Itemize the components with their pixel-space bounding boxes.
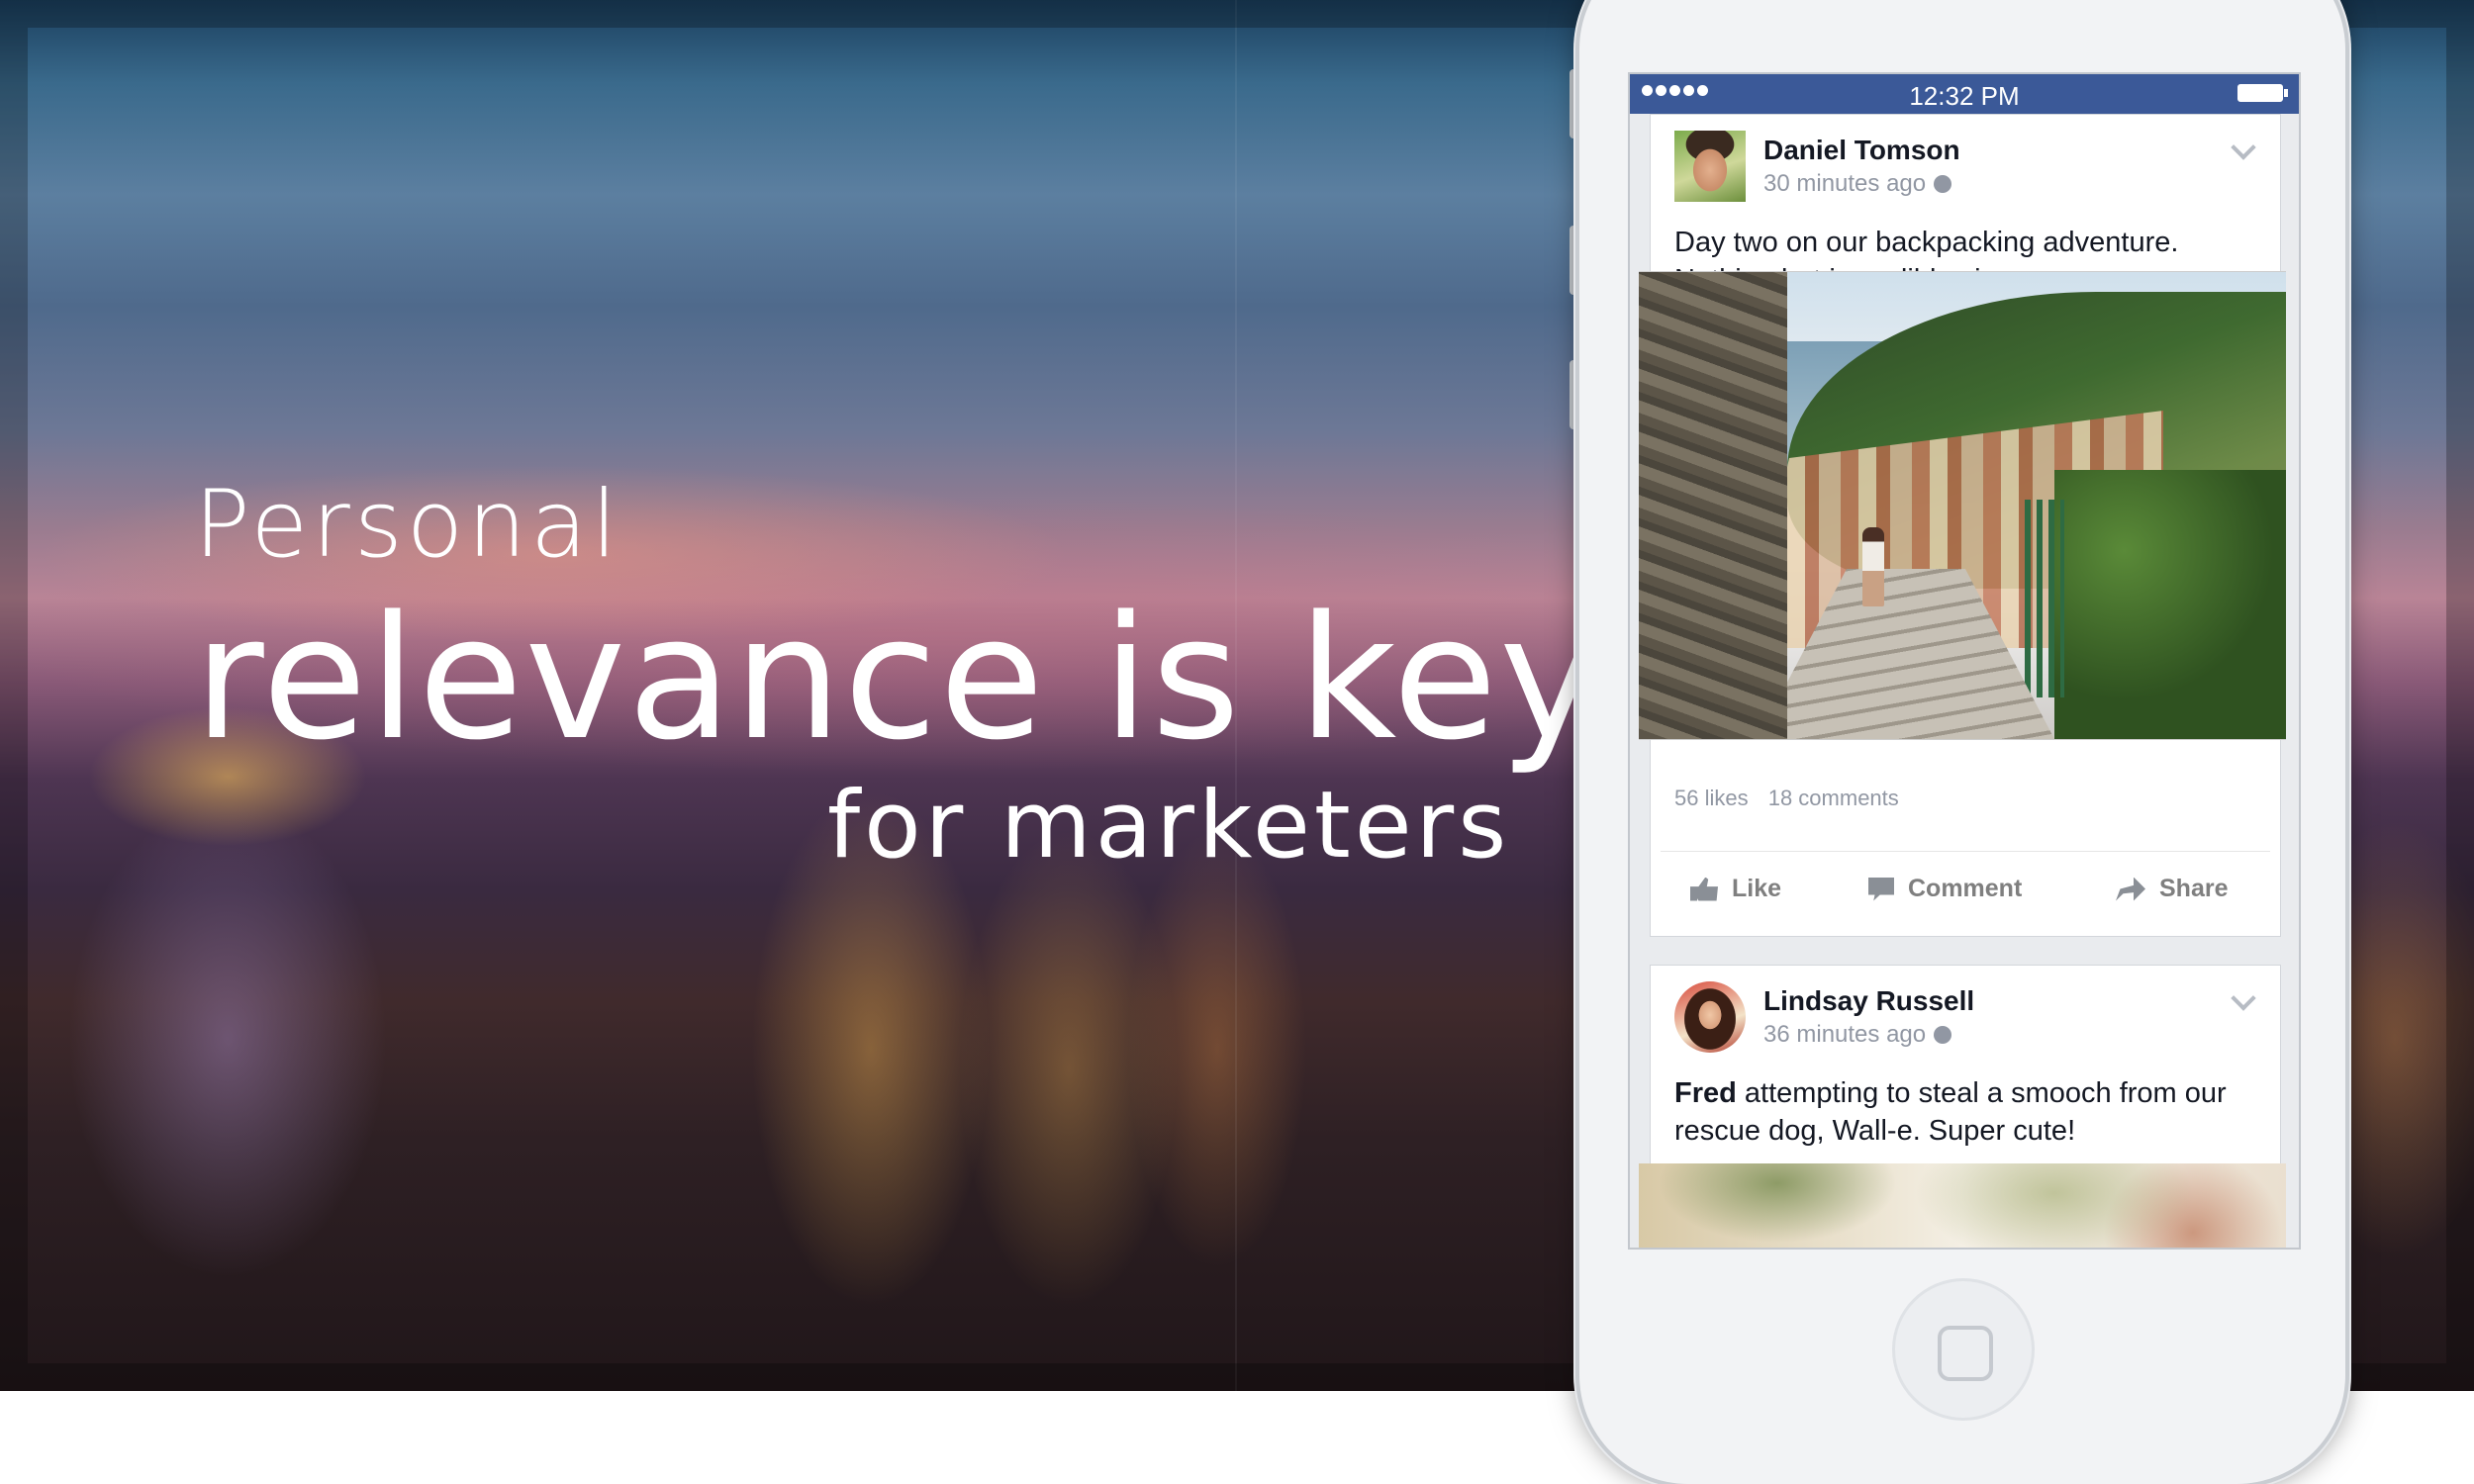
share-arrow-icon — [2116, 877, 2145, 901]
news-feed-post: Lindsay Russell 36 minutes ago Fred atte… — [1639, 965, 2286, 1248]
battery-tip — [2284, 89, 2288, 97]
home-button-icon — [1938, 1326, 1993, 1381]
post-timestamp[interactable]: 36 minutes ago — [1763, 1021, 1952, 1049]
share-button[interactable]: Share — [2116, 875, 2228, 903]
avatar[interactable] — [1674, 131, 1746, 202]
battery-icon — [2237, 84, 2283, 102]
news-feed-post: Daniel Tomson 30 minutes ago Day two on … — [1639, 114, 2286, 937]
post-time-text[interactable]: 30 minutes ago — [1763, 170, 1926, 197]
post-photo[interactable] — [1639, 1163, 2286, 1248]
comments-count[interactable]: 18 comments — [1768, 786, 1899, 810]
like-label: Like — [1732, 875, 1782, 902]
post-stats: 56 likes 18 comments — [1674, 786, 1913, 811]
chevron-down-icon[interactable] — [2231, 135, 2256, 160]
chevron-down-icon[interactable] — [2231, 985, 2256, 1011]
comment-label: Comment — [1908, 875, 2023, 902]
post-text: Fred attempting to steal a smooch from o… — [1674, 1074, 2258, 1150]
headline-line-2: relevance is key — [194, 579, 1602, 778]
share-label: Share — [2159, 875, 2229, 902]
headline-line-1: Personal — [194, 471, 621, 579]
post-timestamp[interactable]: 30 minutes ago — [1763, 170, 1952, 198]
status-bar: 12:32 PM — [1630, 74, 2299, 114]
post-text-rest: attempting to steal a smooch from our re… — [1674, 1077, 2227, 1147]
headline-line-3: for marketers — [827, 772, 1511, 880]
post-photo[interactable] — [1639, 271, 2286, 740]
globe-icon — [1934, 1026, 1952, 1044]
like-button[interactable]: Like — [1690, 875, 1781, 903]
tagged-friend[interactable]: Fred — [1674, 1077, 1737, 1109]
status-time: 12:32 PM — [1909, 81, 2020, 111]
thumbs-up-icon — [1690, 877, 1718, 901]
post-author[interactable]: Daniel Tomson — [1763, 135, 1960, 166]
post-time-text[interactable]: 36 minutes ago — [1763, 1021, 1926, 1048]
globe-icon — [1934, 175, 1952, 193]
phone-screen: 12:32 PM Daniel Tomson 30 minutes ago Da… — [1628, 72, 2301, 1250]
post-actions: Like Comment Share — [1651, 853, 2280, 936]
divider — [1661, 851, 2270, 852]
comment-button[interactable]: Comment — [1868, 875, 2022, 903]
avatar[interactable] — [1674, 981, 1746, 1053]
likes-count[interactable]: 56 likes — [1674, 786, 1749, 810]
post-author[interactable]: Lindsay Russell — [1763, 985, 1974, 1017]
speech-bubble-icon — [1868, 877, 1894, 901]
